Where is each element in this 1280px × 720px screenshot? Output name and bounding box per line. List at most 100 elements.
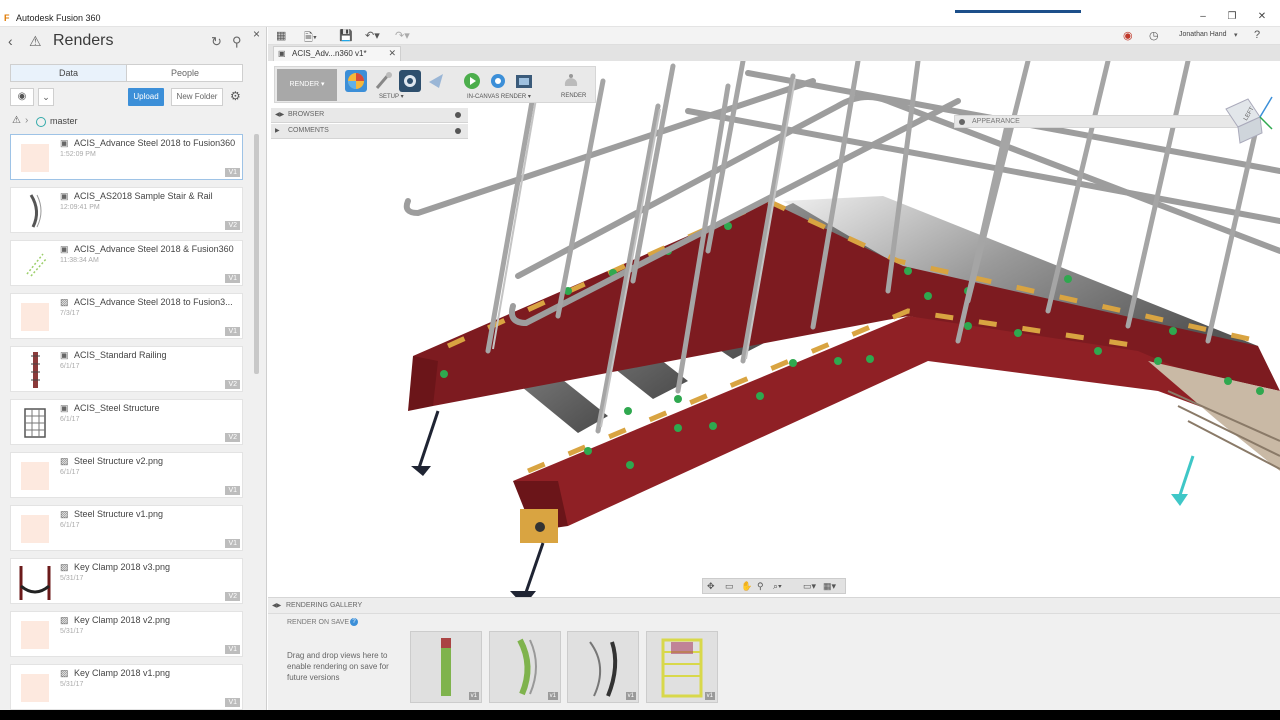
setup-label[interactable]: SETUP ▾ [379, 93, 404, 100]
gear-icon[interactable]: ⚙ [230, 89, 241, 103]
comments-row[interactable]: ▶ COMMENTS [271, 124, 468, 139]
render-workspace-dropdown[interactable]: RENDER ▾ [277, 69, 337, 101]
appearance-panel[interactable]: APPEARANCE [954, 115, 1250, 128]
grid-settings-icon[interactable]: ▦▾ [823, 581, 836, 592]
tab-people[interactable]: People [127, 65, 243, 81]
file-thumbnail [31, 352, 40, 388]
rendering-gallery-title: RENDERING GALLERY [286, 602, 363, 609]
render-thumbnail[interactable]: v1 [489, 631, 561, 703]
tab-data[interactable]: Data [11, 65, 127, 81]
appearance-icon[interactable] [373, 70, 395, 92]
user-name[interactable]: Jonathan Hand [1179, 31, 1226, 38]
render-settings-icon[interactable] [487, 70, 509, 92]
file-item[interactable]: ▣ ACIS_Standard Railing 6/1/17 V2 [10, 346, 243, 392]
orbit-icon[interactable]: ✥ [707, 581, 715, 592]
zoom-icon[interactable]: ⚲ [757, 581, 764, 592]
file-thumbnail [21, 462, 49, 490]
record-icon[interactable]: ◉ [1123, 29, 1133, 42]
browser-row[interactable]: ◀▶ BROWSER [271, 108, 468, 123]
browser-label: BROWSER [288, 111, 325, 118]
file-item[interactable]: ▨ Steel Structure v1.png 6/1/17 V1 [10, 505, 243, 551]
file-item[interactable]: ▨ Key Clamp 2018 v3.png 5/31/17 V2 [10, 558, 243, 604]
render-teapot-icon[interactable] [560, 70, 582, 92]
help-icon[interactable]: ? [350, 618, 358, 626]
file-item[interactable]: ▣ ACIS_Steel Structure 6/1/17 V2 [10, 399, 243, 445]
render-thumbnail[interactable]: v1 [410, 631, 482, 703]
workspace: ▦ 🗎▾ 💾 ↶▾ ↷▾ ◉ ◷ Jonathan Hand ▾ ? ▣ ACI… [268, 27, 1280, 710]
file-name: ACIS_Standard Railing [74, 350, 167, 360]
file-thumbnail [26, 253, 48, 277]
render-thumbnail[interactable]: v1 [567, 631, 639, 703]
undo-icon[interactable]: ↶▾ [365, 29, 380, 42]
version-badge: v1 [547, 692, 558, 700]
refresh-icon[interactable]: ↻ [211, 34, 222, 50]
fit-icon[interactable]: ⌕▾ [773, 581, 782, 592]
breadcrumb-master[interactable]: master [50, 116, 78, 126]
render-label[interactable]: RENDER [561, 93, 586, 99]
appearance-pin-icon[interactable] [959, 119, 965, 125]
collapse-arrow-icon[interactable]: ◀▶ [272, 602, 281, 609]
pan-icon[interactable]: ✋ [741, 581, 752, 592]
tab-document[interactable]: ▣ ACIS_Adv...n360 v1* ✕ [273, 46, 401, 61]
file-thumbnail [24, 408, 46, 438]
file-thumbnail [21, 674, 49, 702]
file-name: Steel Structure v2.png [74, 456, 164, 466]
in-canvas-render-icon[interactable] [461, 70, 483, 92]
view-mode-dropdown-icon[interactable]: ⌄ [38, 88, 54, 106]
data-panel-grid-icon[interactable]: ▦ [276, 29, 286, 42]
display-settings-icon[interactable]: ▭▾ [803, 581, 816, 592]
browser-pin-icon[interactable] [455, 112, 461, 118]
hub-icon[interactable]: ⚠ [12, 115, 21, 126]
scene-settings-icon[interactable] [345, 70, 367, 92]
capture-image-icon[interactable] [513, 70, 535, 92]
close-panel-icon[interactable]: × [253, 27, 260, 41]
rendering-gallery: ◀▶ RENDERING GALLERY RENDER ON SAVE ? Dr… [268, 597, 1280, 710]
fusion360-window: F Autodesk Fusion 360 – ❐ ✕ ‹ ⚠ Renders … [0, 0, 1280, 720]
data-actions: ◉ ⌄ Upload New Folder ⚙ [10, 88, 250, 108]
document-tab-label: ACIS_Adv...n360 v1* [292, 49, 367, 58]
file-item[interactable]: ▣ ACIS_Advance Steel 2018 to Fusion360 1… [10, 134, 243, 180]
new-folder-button[interactable]: New Folder [171, 88, 223, 106]
user-dropdown-icon[interactable]: ▾ [1234, 31, 1238, 39]
job-status-clock-icon[interactable]: ◷ [1149, 29, 1159, 42]
comments-pin-icon[interactable] [455, 128, 461, 134]
restore-icon[interactable]: ❐ [1222, 11, 1242, 22]
design-tab-icon: ▣ [278, 49, 286, 58]
decal-icon[interactable] [425, 70, 447, 92]
rendering-gallery-header[interactable]: ◀▶ RENDERING GALLERY [268, 598, 1280, 614]
file-item[interactable]: ▣ ACIS_AS2018 Sample Stair & Rail 12:09:… [10, 187, 243, 233]
version-badge: V1 [225, 698, 240, 707]
file-date: 5/31/17 [60, 681, 84, 688]
document-tabs: ▣ ACIS_Adv...n360 v1* ✕ [268, 45, 1280, 61]
view-mode-icon[interactable]: ◉ [10, 88, 34, 106]
minimize-icon[interactable]: – [1193, 11, 1213, 22]
image-file-icon: ▨ [60, 297, 69, 307]
back-icon[interactable]: ‹ [8, 33, 13, 49]
expand-arrow-icon[interactable]: ▶ [275, 127, 280, 134]
search-icon[interactable]: ⚲ [232, 34, 242, 50]
upload-button[interactable]: Upload [128, 88, 164, 106]
file-name: ACIS_AS2018 Sample Stair & Rail [74, 191, 213, 201]
redo-icon[interactable]: ↷▾ [395, 29, 410, 42]
file-item[interactable]: ▨ Key Clamp 2018 v1.png 5/31/17 V1 [10, 664, 243, 710]
close-window-icon[interactable]: ✕ [1252, 11, 1272, 22]
close-tab-icon[interactable]: ✕ [388, 48, 396, 59]
texture-map-icon[interactable] [399, 70, 421, 92]
file-list-scrollbar[interactable] [254, 134, 259, 374]
viewcube[interactable]: LEFT [1218, 89, 1276, 151]
file-item[interactable]: ▨ ACIS_Advance Steel 2018 to Fusion3... … [10, 293, 243, 339]
save-icon[interactable]: 💾 [339, 29, 353, 42]
file-item[interactable]: ▨ Key Clamp 2018 v2.png 5/31/17 V1 [10, 611, 243, 657]
file-item[interactable]: ▣ ACIS_Advance Steel 2018 & Fusion360 11… [10, 240, 243, 286]
help-icon[interactable]: ? [1254, 29, 1260, 41]
canvas-viewport[interactable]: RENDER ▾ SETUP ▾ IN-CANVAS RENDER ▾ REND… [268, 61, 1280, 597]
file-name: ACIS_Advance Steel 2018 to Fusion360 [74, 138, 236, 148]
look-at-icon[interactable]: ▭ [725, 581, 734, 592]
title-bar: F Autodesk Fusion 360 – ❐ ✕ [0, 10, 1280, 27]
expand-arrow-icon[interactable]: ◀▶ [275, 111, 284, 118]
file-date: 5/31/17 [60, 628, 84, 635]
image-file-icon: ▨ [60, 562, 69, 572]
file-item[interactable]: ▨ Steel Structure v2.png 6/1/17 V1 [10, 452, 243, 498]
render-thumbnail[interactable]: v1 [646, 631, 718, 703]
in-canvas-render-label[interactable]: IN-CANVAS RENDER ▾ [467, 93, 531, 100]
